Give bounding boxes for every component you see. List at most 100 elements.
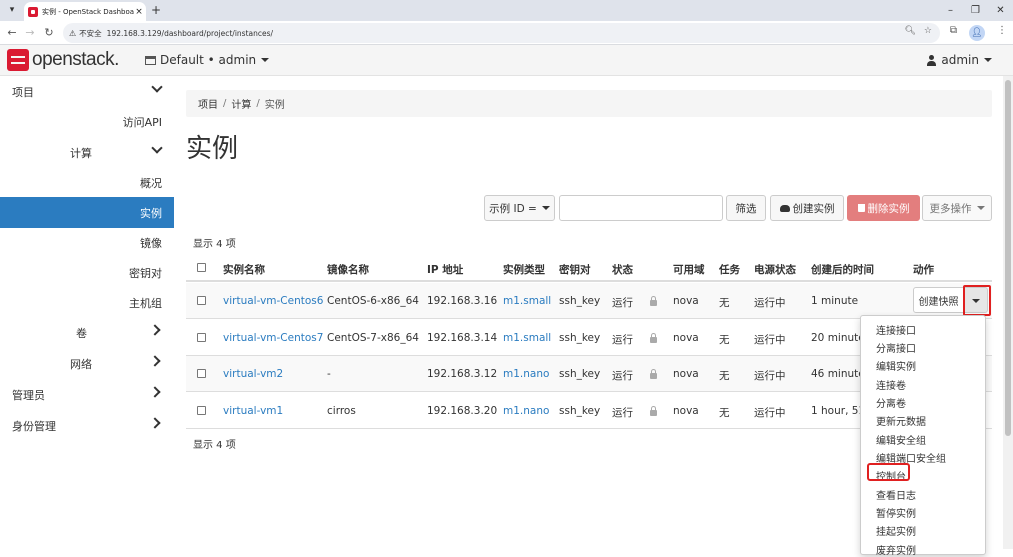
reload-icon[interactable]: ↻: [41, 25, 57, 41]
sidebar: 项目 访问API 计算 概况 实例 镜像 密钥对 主机组 卷 网络 管理员 身份…: [0, 76, 174, 549]
flavor-link[interactable]: m1.small: [503, 295, 551, 307]
menu-item-edit-security-groups[interactable]: 编辑安全组: [876, 432, 926, 447]
instance-name-link[interactable]: virtual-vm2: [223, 368, 283, 380]
header-actions: 动作: [913, 264, 934, 276]
tab-search-chevron-icon[interactable]: ▾: [4, 3, 20, 18]
sidebar-item-identity[interactable]: 身份管理: [0, 410, 174, 441]
window-close-icon[interactable]: ✕: [988, 0, 1013, 21]
keypair: ssh_key: [559, 405, 601, 417]
task: 无: [719, 297, 730, 309]
flavor-link[interactable]: m1.nano: [503, 368, 549, 380]
sidebar-item-keypairs[interactable]: 密钥对: [0, 257, 174, 288]
sidebar-item-overview[interactable]: 概况: [0, 167, 174, 198]
sidebar-item-instances[interactable]: 实例: [0, 197, 174, 228]
sidebar-item-server-groups[interactable]: 主机组: [0, 287, 174, 318]
zoom-icon[interactable]: 🔍︎: [904, 26, 915, 36]
menu-item-attach-volume[interactable]: 连接卷: [876, 377, 906, 392]
delete-instance-button[interactable]: 删除实例: [847, 195, 920, 221]
menu-item-detach-volume[interactable]: 分离卷: [876, 395, 906, 410]
table-header-row: 实例名称 镜像名称 IP 地址 实例类型 密钥对 状态 可用域 任务 电源状态 …: [186, 255, 992, 282]
user-icon: [927, 54, 937, 66]
forward-icon[interactable]: →: [22, 25, 38, 41]
unlock-icon: [650, 406, 657, 416]
header-name[interactable]: 实例名称: [223, 262, 265, 277]
sidebar-item-access-api[interactable]: 访问API: [0, 106, 174, 137]
warning-icon[interactable]: ⚠: [69, 29, 76, 38]
filter-button-label: 筛选: [735, 202, 757, 215]
delete-instance-label: 删除实例: [867, 202, 910, 215]
sidebar-item-project[interactable]: 项目: [0, 76, 174, 107]
row-checkbox[interactable]: [197, 406, 206, 415]
filter-field-select[interactable]: 示例 ID =: [484, 195, 555, 221]
select-all-checkbox[interactable]: [197, 263, 206, 272]
sidebar-item-label: 项目: [12, 86, 34, 99]
openstack-logo[interactable]: openstack.: [7, 49, 119, 71]
sidebar-item-images[interactable]: 镜像: [0, 227, 174, 258]
user-menu[interactable]: admin: [927, 53, 992, 67]
back-icon[interactable]: ←: [4, 25, 20, 41]
flavor-link[interactable]: m1.nano: [503, 405, 549, 417]
table-row: virtual-vm-Centos6 CentOS-6-x86_64 192.1…: [186, 283, 992, 319]
ip-address: 192.168.3.20: [427, 405, 498, 417]
sidebar-item-label: 计算: [70, 147, 92, 160]
project-selector[interactable]: Default • admin: [145, 53, 270, 67]
header-image[interactable]: 镜像名称: [327, 262, 369, 277]
breadcrumb-current: 实例: [264, 100, 285, 111]
menu-item-detach-interface[interactable]: 分离接口: [876, 340, 916, 355]
browser-menu-icon[interactable]: ⋮: [997, 25, 1007, 41]
menu-item-attach-interface[interactable]: 连接接口: [876, 322, 916, 337]
header-task[interactable]: 任务: [719, 262, 740, 277]
url-text[interactable]: 192.168.3.129/dashboard/project/instance…: [107, 29, 273, 38]
availability-zone: nova: [673, 332, 699, 344]
new-tab-icon[interactable]: +: [149, 3, 163, 17]
header-flavor[interactable]: 实例类型: [503, 262, 545, 277]
scrollbar-thumb[interactable]: [1005, 80, 1011, 436]
create-snapshot-button[interactable]: 创建快照: [913, 287, 964, 313]
flavor-link[interactable]: m1.small: [503, 332, 551, 344]
filter-input[interactable]: [559, 195, 723, 221]
header-status[interactable]: 状态: [612, 262, 633, 277]
row-checkbox[interactable]: [197, 333, 206, 342]
header-age[interactable]: 创建后的时间: [811, 262, 874, 277]
bookmark-star-icon[interactable]: ☆: [924, 26, 932, 36]
instance-name-link[interactable]: virtual-vm-Centos7: [223, 332, 323, 344]
menu-item-update-metadata[interactable]: 更新元数据: [876, 413, 926, 428]
menu-item-view-log[interactable]: 查看日志: [876, 487, 916, 502]
sidebar-item-network[interactable]: 网络: [0, 348, 174, 379]
row-checkbox[interactable]: [197, 296, 206, 305]
item-count-top: 显示 4 项: [193, 239, 236, 250]
instance-name-link[interactable]: virtual-vm-Centos6: [223, 295, 323, 307]
header-ip[interactable]: IP 地址: [427, 262, 463, 277]
create-instance-button[interactable]: 创建实例: [770, 195, 844, 221]
sidebar-item-compute[interactable]: 计算: [0, 137, 174, 168]
availability-zone: nova: [673, 405, 699, 417]
instance-name-link[interactable]: virtual-vm1: [223, 405, 283, 417]
chevron-down-icon: [153, 84, 161, 92]
sidebar-item-volumes[interactable]: 卷: [0, 317, 174, 348]
ip-address: 192.168.3.12: [427, 368, 498, 380]
menu-item-pause-instance[interactable]: 暂停实例: [876, 505, 916, 520]
openstack-favicon-icon: [28, 6, 38, 17]
restore-icon[interactable]: ❐: [963, 0, 988, 21]
breadcrumb-project[interactable]: 项目: [198, 96, 218, 111]
browser-tab[interactable]: 实例 - OpenStack Dashboard ×: [24, 2, 146, 21]
menu-item-shelve-instance[interactable]: 废弃实例: [876, 542, 916, 557]
row-checkbox[interactable]: [197, 369, 206, 378]
header-power[interactable]: 电源状态: [754, 262, 796, 277]
header-keypair[interactable]: 密钥对: [559, 262, 591, 277]
filter-field-label: 示例 ID =: [489, 202, 537, 215]
menu-item-edit-instance[interactable]: 编辑实例: [876, 358, 916, 373]
more-actions-button[interactable]: 更多操作: [922, 195, 992, 221]
tab-close-icon[interactable]: ×: [134, 7, 144, 17]
minimize-icon[interactable]: –: [938, 0, 963, 21]
profile-avatar-icon[interactable]: 👤︎: [969, 25, 985, 41]
breadcrumb-compute[interactable]: 计算: [231, 96, 251, 111]
sidebar-item-label: 卷: [76, 327, 87, 340]
page-scrollbar[interactable]: [1003, 76, 1013, 549]
menu-item-suspend-instance[interactable]: 挂起实例: [876, 523, 916, 538]
header-az[interactable]: 可用域: [673, 262, 705, 277]
address-bar[interactable]: ⚠ 不安全 192.168.3.129/dashboard/project/in…: [63, 23, 940, 43]
filter-button[interactable]: 筛选: [726, 195, 766, 221]
extensions-icon[interactable]: ⧉: [950, 25, 957, 41]
sidebar-item-admin[interactable]: 管理员: [0, 379, 174, 410]
